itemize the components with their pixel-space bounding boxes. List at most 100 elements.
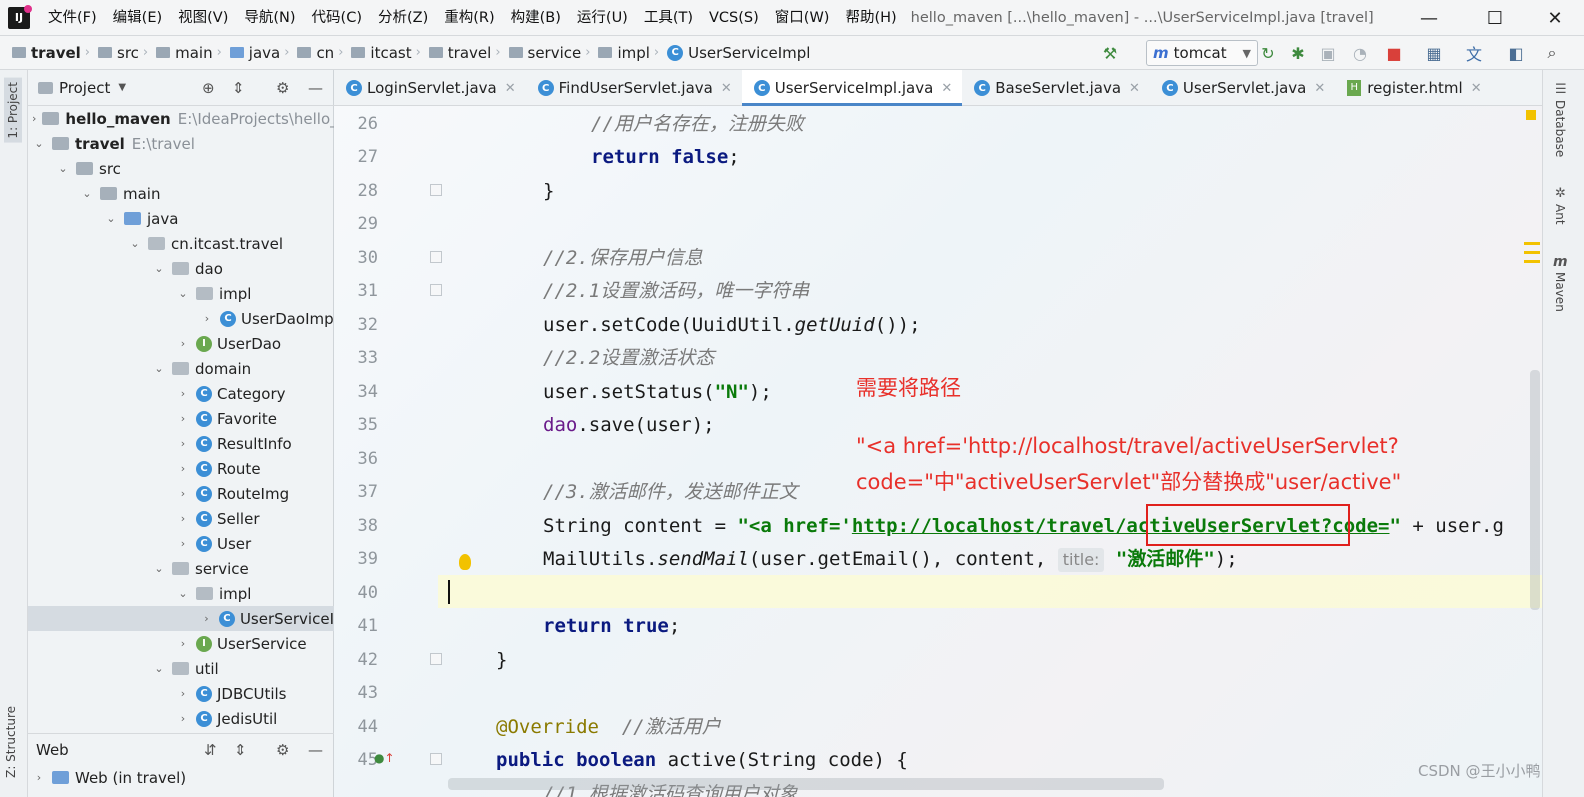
- error-stripe-mark[interactable]: [1524, 251, 1540, 254]
- tab-structure-tool[interactable]: Z: Structure: [4, 706, 18, 778]
- tab-userserviceimpl[interactable]: C UserServiceImpl.java ✕: [741, 70, 963, 106]
- menu-file[interactable]: 文件(F): [40, 0, 105, 36]
- close-tab-icon[interactable]: ✕: [941, 81, 952, 96]
- fold-marker-icon[interactable]: [430, 653, 442, 665]
- menu-analyze[interactable]: 分析(Z): [370, 0, 436, 36]
- menu-build[interactable]: 构建(B): [503, 0, 569, 36]
- error-stripe-mark[interactable]: [1524, 242, 1540, 245]
- tree-item-resultinfo[interactable]: › C ResultInfo: [28, 431, 334, 456]
- tree-item-src[interactable]: ⌄ src: [28, 156, 334, 181]
- menu-help[interactable]: 帮助(H): [837, 0, 904, 36]
- warning-marker-icon[interactable]: [1526, 110, 1536, 120]
- tree-item-userdaoimpl[interactable]: › C UserDaoImp: [28, 306, 334, 331]
- collapse-all-icon[interactable]: ⇕: [232, 79, 245, 97]
- maximize-button[interactable]: ☐: [1470, 0, 1520, 36]
- tab-maven[interactable]: Maven: [1553, 272, 1567, 312]
- close-button[interactable]: ✕: [1530, 0, 1580, 36]
- fold-marker-icon[interactable]: [430, 753, 442, 765]
- tree-item-package[interactable]: ⌄ cn.itcast.travel: [28, 231, 334, 256]
- chevron-down-icon[interactable]: ▼: [118, 82, 126, 93]
- minimize-button[interactable]: —: [1404, 0, 1454, 36]
- error-stripe-mark[interactable]: [1524, 260, 1540, 263]
- tree-item-util[interactable]: ⌄ util: [28, 656, 334, 681]
- profile-icon[interactable]: ◔: [1348, 41, 1372, 65]
- gear-icon[interactable]: ⚙: [276, 79, 289, 97]
- crumb-class[interactable]: UserServiceImpl: [688, 44, 810, 62]
- tree-item-service-impl[interactable]: ⌄ impl: [28, 581, 334, 606]
- crumb-itcast[interactable]: itcast: [370, 44, 411, 62]
- tab-baseservlet[interactable]: C BaseServlet.java ✕: [962, 70, 1150, 106]
- fold-marker-icon[interactable]: [430, 184, 442, 196]
- expand-all-icon[interactable]: ⇵: [204, 741, 217, 759]
- close-tab-icon[interactable]: ✕: [1471, 81, 1482, 96]
- layout-icon[interactable]: ◧: [1504, 41, 1528, 65]
- tree-item-userdao[interactable]: › I UserDao: [28, 331, 334, 356]
- tree-item-dao-impl[interactable]: ⌄ impl: [28, 281, 334, 306]
- close-tab-icon[interactable]: ✕: [721, 81, 732, 96]
- crumb-src[interactable]: src: [117, 44, 139, 62]
- web-title[interactable]: Web: [36, 741, 69, 759]
- close-tab-icon[interactable]: ✕: [505, 81, 516, 96]
- hide-icon[interactable]: —: [308, 741, 323, 759]
- implements-icon[interactable]: ●↑: [374, 751, 395, 765]
- close-tab-icon[interactable]: ✕: [1129, 81, 1140, 96]
- tree-item-seller[interactable]: › C Seller: [28, 506, 334, 531]
- coverage-icon[interactable]: ▣: [1316, 41, 1340, 65]
- fold-marker-icon[interactable]: [430, 251, 442, 263]
- tab-register-html[interactable]: Hregister.html ✕: [1335, 70, 1491, 106]
- code-editor[interactable]: 26 27 28 29 30 31 32 33 34 35 36 37 38 3…: [334, 106, 1542, 797]
- tree-item-main[interactable]: ⌄ main: [28, 181, 334, 206]
- menu-navigate[interactable]: 导航(N): [236, 0, 303, 36]
- tree-item-domain[interactable]: ⌄ domain: [28, 356, 334, 381]
- tree-item-favorite[interactable]: › C Favorite: [28, 406, 334, 431]
- tab-loginservlet[interactable]: C LoginServlet.java ✕: [334, 70, 526, 106]
- debug-icon[interactable]: ✱: [1286, 41, 1310, 65]
- lightbulb-icon[interactable]: [459, 554, 471, 570]
- tree-item-java[interactable]: ⌄ java: [28, 206, 334, 231]
- translate-icon[interactable]: 文: [1462, 41, 1486, 65]
- crumb-travel[interactable]: travel: [31, 44, 81, 62]
- tab-database[interactable]: Database: [1553, 100, 1567, 157]
- tree-item-user[interactable]: › C User: [28, 531, 334, 556]
- collapse-all-icon[interactable]: ⇕: [234, 741, 247, 759]
- close-tab-icon[interactable]: ✕: [1314, 81, 1325, 96]
- tab-userservlet[interactable]: C UserServlet.java ✕: [1150, 70, 1335, 106]
- menu-run[interactable]: 运行(U): [569, 0, 636, 36]
- menu-tools[interactable]: 工具(T): [636, 0, 701, 36]
- tree-item-hello-maven[interactable]: › hello_maven E:\IdeaProjects\hello_: [28, 106, 334, 131]
- horizontal-scrollbar[interactable]: [448, 778, 1164, 790]
- tree-item-routeimg[interactable]: › C RouteImg: [28, 481, 334, 506]
- vertical-scrollbar[interactable]: [1530, 370, 1540, 610]
- menu-window[interactable]: 窗口(W): [767, 0, 838, 36]
- tree-item-web[interactable]: › Web (in travel): [28, 765, 334, 790]
- tree-item-jdbcutils[interactable]: › C JDBCUtils: [28, 681, 334, 706]
- menu-vcs[interactable]: VCS(S): [701, 0, 767, 36]
- crumb-java[interactable]: java: [249, 44, 280, 62]
- tree-item-route[interactable]: › C Route: [28, 456, 334, 481]
- tree-item-category[interactable]: › C Category: [28, 381, 334, 406]
- tree-item-dao[interactable]: ⌄ dao: [28, 256, 334, 281]
- menu-refactor[interactable]: 重构(R): [436, 0, 502, 36]
- tree-item-userservice[interactable]: › I UserService: [28, 631, 334, 656]
- tree-item-jedisutil[interactable]: › C JedisUtil: [28, 706, 334, 731]
- crumb-service[interactable]: service: [528, 44, 582, 62]
- crumb-travel-pkg[interactable]: travel: [448, 44, 492, 62]
- rerun-icon[interactable]: ↻: [1256, 41, 1280, 65]
- menu-edit[interactable]: 编辑(E): [105, 0, 170, 36]
- crumb-cn[interactable]: cn: [316, 44, 334, 62]
- crumb-main[interactable]: main: [175, 44, 212, 62]
- stop-icon[interactable]: ■: [1382, 41, 1406, 65]
- tab-ant[interactable]: Ant: [1553, 204, 1567, 225]
- project-title[interactable]: Project: [59, 79, 110, 97]
- run-config-select[interactable]: m tomcat ▼: [1146, 40, 1258, 66]
- menu-view[interactable]: 视图(V): [170, 0, 236, 36]
- tree-item-travel[interactable]: ⌄ travel E:\travel: [28, 131, 334, 156]
- tree-item-userserviceimpl[interactable]: › C UserServiceI: [28, 606, 334, 631]
- tab-finduserservlet[interactable]: C FindUserServlet.java ✕: [526, 70, 742, 106]
- project-structure-icon[interactable]: ▦: [1422, 41, 1446, 65]
- search-icon[interactable]: ⌕: [1540, 41, 1564, 65]
- gear-icon[interactable]: ⚙: [276, 741, 289, 759]
- crumb-impl[interactable]: impl: [617, 44, 649, 62]
- menu-code[interactable]: 代码(C): [304, 0, 370, 36]
- tree-item-service[interactable]: ⌄ service: [28, 556, 334, 581]
